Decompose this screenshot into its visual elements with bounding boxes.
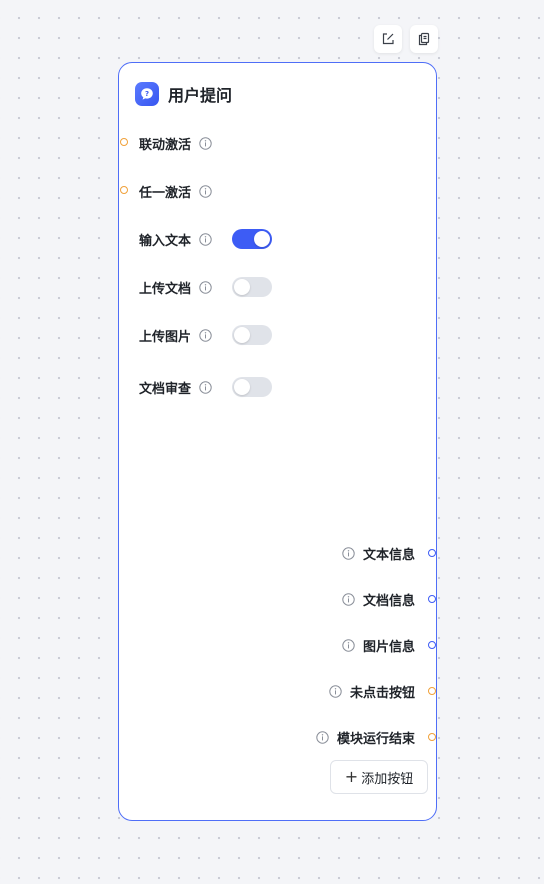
copy-icon xyxy=(418,32,430,46)
info-icon[interactable] xyxy=(199,280,212,294)
toggle-knob xyxy=(254,231,270,247)
output-row-image-info: 图片信息 xyxy=(342,635,415,655)
info-icon[interactable] xyxy=(316,730,329,744)
info-icon[interactable] xyxy=(329,684,342,698)
plus-icon: + xyxy=(344,767,359,786)
input-port-linked-activation[interactable] xyxy=(120,138,128,146)
svg-text:?: ? xyxy=(145,90,149,98)
info-icon[interactable] xyxy=(199,232,212,246)
add-button-label: 添加按钮 xyxy=(361,771,414,787)
output-row-button-not-clicked: 未点击按钮 xyxy=(329,681,415,701)
info-icon[interactable] xyxy=(342,546,355,560)
toggle-knob xyxy=(234,379,250,395)
toggle-knob xyxy=(234,327,250,343)
user-question-node[interactable]: ? 用户提问 联动激活 任一激活 输入文本 上传文档 上传图片 文档审查 文本信… xyxy=(118,62,437,821)
input-label: 联动激活 xyxy=(139,137,192,153)
toggle-knob xyxy=(234,279,250,295)
input-row-any-activation: 任一激活 xyxy=(139,181,212,201)
info-icon[interactable] xyxy=(199,136,212,150)
document-review-toggle[interactable] xyxy=(232,377,272,397)
toggle-label: 输入文本 xyxy=(139,233,192,249)
edit-icon xyxy=(382,33,394,45)
output-label: 模块运行结束 xyxy=(336,731,415,747)
output-port-document-info[interactable] xyxy=(428,595,436,603)
output-label: 文档信息 xyxy=(362,593,415,609)
input-row-linked-activation: 联动激活 xyxy=(139,133,212,153)
output-row-text-info: 文本信息 xyxy=(342,543,415,563)
output-row-document-info: 文档信息 xyxy=(342,589,415,609)
info-icon[interactable] xyxy=(342,638,355,652)
output-row-module-finished: 模块运行结束 xyxy=(316,727,415,747)
input-label: 任一激活 xyxy=(139,185,192,201)
upload-image-toggle[interactable] xyxy=(232,325,272,345)
toggle-label: 上传文档 xyxy=(139,281,192,297)
output-label: 未点击按钮 xyxy=(349,685,415,701)
upload-document-toggle[interactable] xyxy=(232,277,272,297)
toggle-row-input-text: 输入文本 xyxy=(139,229,212,249)
toggle-row-document-review: 文档审查 xyxy=(139,377,212,397)
node-header: ? 用户提问 xyxy=(135,82,232,106)
output-label: 文本信息 xyxy=(362,547,415,563)
toggle-row-upload-image: 上传图片 xyxy=(139,325,212,345)
output-label: 图片信息 xyxy=(362,639,415,655)
node-title: 用户提问 xyxy=(168,86,233,105)
toggle-label: 文档审查 xyxy=(139,381,192,397)
info-icon[interactable] xyxy=(199,380,212,394)
input-text-toggle[interactable] xyxy=(232,229,272,249)
output-port-button-not-clicked[interactable] xyxy=(428,687,436,695)
output-port-image-info[interactable] xyxy=(428,641,436,649)
add-button[interactable]: + 添加按钮 xyxy=(330,760,428,794)
question-bubble-icon: ? xyxy=(135,82,159,106)
output-port-module-finished[interactable] xyxy=(428,733,436,741)
toggle-label: 上传图片 xyxy=(139,329,192,345)
copy-button[interactable] xyxy=(410,25,438,53)
input-port-any-activation[interactable] xyxy=(120,186,128,194)
info-icon[interactable] xyxy=(199,184,212,198)
toggle-row-upload-document: 上传文档 xyxy=(139,277,212,297)
info-icon[interactable] xyxy=(342,592,355,606)
output-port-text-info[interactable] xyxy=(428,549,436,557)
info-icon[interactable] xyxy=(199,328,212,342)
edit-button[interactable] xyxy=(374,25,402,53)
